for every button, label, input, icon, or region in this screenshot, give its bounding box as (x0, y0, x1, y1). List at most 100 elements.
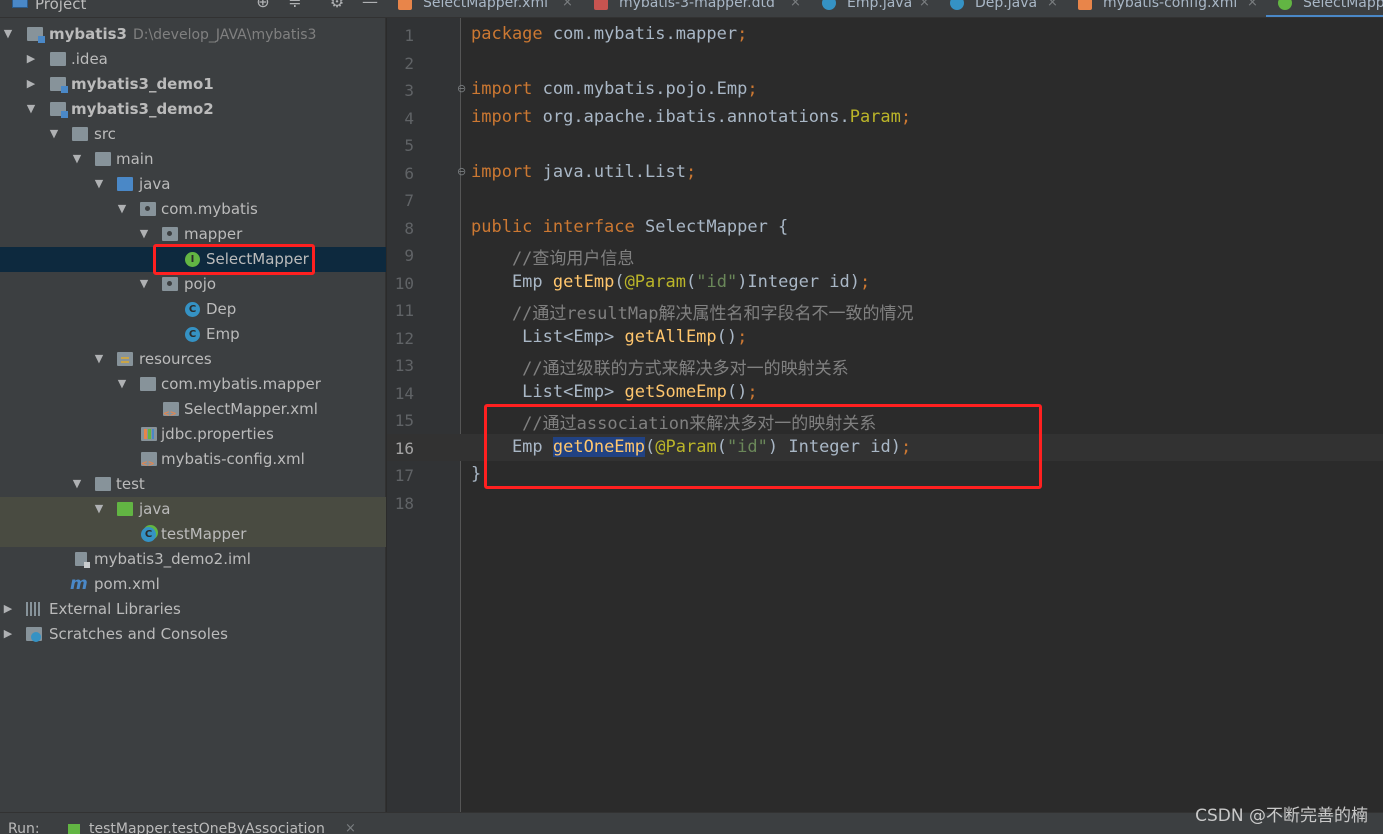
code-line-6: import java.util.List; (471, 162, 697, 182)
xml-file-icon (1078, 0, 1092, 10)
xml-file-icon (398, 0, 412, 10)
chevron-down-icon[interactable]: ▼ (71, 152, 83, 166)
tree-item-test-java[interactable]: ▼ java (0, 497, 386, 522)
project-panel-title[interactable]: Project (35, 0, 86, 13)
tab-mybatis-config-xml[interactable]: mybatis-config.xml × (1066, 0, 1266, 17)
project-icon (12, 0, 28, 8)
code-line-17: } (471, 464, 482, 484)
resources-folder-icon (117, 352, 133, 366)
close-icon[interactable]: × (345, 821, 356, 834)
chevron-down-icon[interactable]: ▼ (93, 177, 105, 191)
code-editor[interactable]: 1 2 3 4 5 6 7 8 9 10 11 12 13 14 15 16 1… (387, 18, 1383, 812)
tree-item-label: com.mybatis.mapper (161, 375, 321, 393)
tree-item-label: Dep (206, 300, 237, 318)
tree-item-label: pojo (184, 275, 217, 293)
run-config-tab[interactable]: testMapper.testOneByAssociation (89, 821, 325, 834)
tree-item-external-libraries[interactable]: ▶ External Libraries (0, 597, 386, 622)
tab-selectmapper[interactable]: SelectMapper (1266, 0, 1383, 17)
iml-file-icon (75, 552, 90, 568)
tree-item-scratches[interactable]: ▶ Scratches and Consoles (0, 622, 386, 647)
class-icon: C (185, 302, 200, 317)
tree-item-label: jdbc.properties (161, 425, 274, 443)
tab-dep-java[interactable]: Dep.java × (938, 0, 1066, 17)
tree-item-mapper[interactable]: ▼ mapper (0, 222, 386, 247)
folder-icon (50, 52, 66, 66)
fold-icon[interactable]: ⊖ (457, 82, 466, 95)
chevron-down-icon[interactable]: ▼ (48, 127, 60, 141)
chevron-right-icon[interactable]: ▶ (25, 52, 37, 66)
chevron-down-icon[interactable]: ▼ (93, 352, 105, 366)
line-number: 11 (394, 301, 414, 320)
chevron-right-icon[interactable]: ▶ (2, 627, 14, 641)
class-icon (822, 0, 836, 10)
fold-icon[interactable]: ⊖ (457, 165, 466, 178)
chevron-right-icon[interactable]: ▶ (25, 77, 37, 91)
code-line-4: import org.apache.ibatis.annotations.Par… (471, 107, 912, 127)
tree-item-dep[interactable]: C Dep (0, 297, 386, 322)
chevron-down-icon[interactable]: ▼ (116, 202, 128, 216)
minimize-icon[interactable]: — (361, 0, 379, 11)
locate-icon[interactable]: ⊕ (254, 0, 272, 11)
chevron-down-icon[interactable]: ▼ (71, 477, 83, 491)
test-folder-icon (117, 502, 133, 516)
tab-selectmapper-xml[interactable]: SelectMapper.xml × (386, 0, 582, 17)
test-class-icon: C (141, 527, 156, 542)
tree-item-emp[interactable]: C Emp (0, 322, 386, 347)
module-icon (50, 77, 68, 93)
code-line-1: package com.mybatis.mapper; (471, 24, 748, 44)
tree-item-selectmapper[interactable]: I SelectMapper (0, 247, 386, 272)
chevron-down-icon[interactable]: ▼ (2, 27, 14, 41)
tree-item-resources[interactable]: ▼ resources (0, 347, 386, 372)
tree-item-idea[interactable]: ▶ .idea (0, 47, 386, 72)
tree-item-com-mybatis-mapper[interactable]: ▼ com.mybatis.mapper (0, 372, 386, 397)
line-number: 5 (404, 136, 414, 155)
tab-mybatis-dtd[interactable]: mybatis-3-mapper.dtd × (582, 0, 810, 17)
line-number: 14 (394, 384, 414, 403)
folder-icon (95, 152, 111, 166)
chevron-down-icon[interactable]: ▼ (138, 227, 150, 241)
tree-item-mybatis-config-xml[interactable]: mybatis-config.xml (0, 447, 386, 472)
tree-item-mybatis3[interactable]: ▼ mybatis3 D:\develop_JAVA\mybatis3 (0, 22, 386, 47)
close-icon[interactable]: × (790, 0, 801, 10)
close-icon[interactable]: × (562, 0, 573, 10)
xml-file-icon (163, 402, 179, 418)
tree-item-iml[interactable]: mybatis3_demo2.iml (0, 547, 386, 572)
code-line-13: //通过级联的方式来解决多对一的映射关系 (471, 359, 849, 379)
tree-item-label: mybatis3_demo1 (71, 75, 214, 93)
tree-item-main[interactable]: ▼ main (0, 147, 386, 172)
tree-item-jdbc-properties[interactable]: jdbc.properties (0, 422, 386, 447)
chevron-right-icon[interactable]: ▶ (2, 602, 14, 616)
line-number: 17 (394, 466, 414, 485)
tree-item-test[interactable]: ▼ test (0, 472, 386, 497)
close-icon[interactable]: × (1247, 0, 1258, 10)
code-line-15: //通过association来解决多对一的映射关系 (471, 414, 877, 434)
tree-item-label: .idea (71, 50, 108, 68)
line-number: 9 (404, 246, 414, 265)
tree-item-pom-xml[interactable]: m pom.xml (0, 572, 386, 597)
gear-icon[interactable]: ⚙ (328, 0, 346, 11)
collapse-icon[interactable]: ≑ (286, 0, 304, 11)
libraries-icon (26, 602, 42, 616)
tree-item-src[interactable]: ▼ src (0, 122, 386, 147)
close-icon[interactable]: × (919, 0, 930, 10)
code-line-14: List<Emp> getSomeEmp(); (471, 382, 758, 402)
tree-item-pojo[interactable]: ▼ pojo (0, 272, 386, 297)
tree-item-label: mybatis3_demo2.iml (94, 550, 251, 568)
tree-item-java[interactable]: ▼ java (0, 172, 386, 197)
tree-item-mybatis3-demo1[interactable]: ▶ mybatis3_demo1 (0, 72, 386, 97)
tree-item-com-mybatis[interactable]: ▼ com.mybatis (0, 197, 386, 222)
selected-identifier: getOneEmp (552, 437, 646, 457)
tree-item-selectmapper-xml[interactable]: SelectMapper.xml (0, 397, 386, 422)
tab-emp-java[interactable]: Emp.java × (810, 0, 938, 17)
chevron-down-icon[interactable]: ▼ (25, 102, 37, 116)
tab-label: SelectMapper.xml (423, 0, 548, 11)
chevron-down-icon[interactable]: ▼ (93, 502, 105, 516)
chevron-down-icon[interactable]: ▼ (138, 277, 150, 291)
chevron-down-icon[interactable]: ▼ (116, 377, 128, 391)
tree-item-mybatis3-demo2[interactable]: ▼ mybatis3_demo2 (0, 97, 386, 122)
close-icon[interactable]: × (1047, 0, 1058, 10)
dtd-file-icon (594, 0, 608, 10)
tree-item-testmapper[interactable]: C testMapper (0, 522, 386, 547)
run-label: Run: (8, 821, 40, 834)
package-icon (162, 277, 178, 291)
